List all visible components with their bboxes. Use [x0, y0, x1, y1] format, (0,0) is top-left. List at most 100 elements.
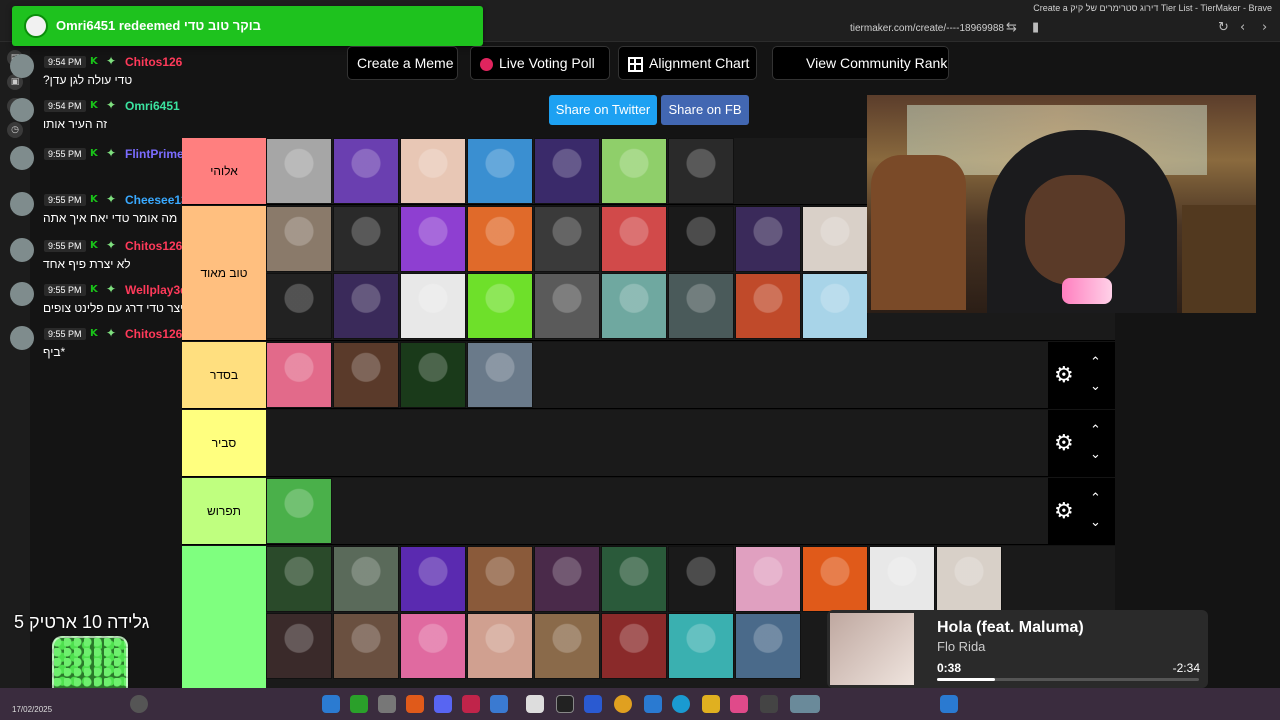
discord-icon[interactable]	[434, 695, 452, 713]
tier-item[interactable]	[266, 546, 332, 612]
tier-item[interactable]	[735, 546, 801, 612]
tier-item[interactable]	[601, 613, 667, 679]
taskbar-app-icon[interactable]	[584, 695, 602, 713]
tier-item[interactable]	[534, 138, 600, 204]
tier-item[interactable]	[534, 206, 600, 272]
tier-item[interactable]	[266, 138, 332, 204]
tier-label[interactable]: טוב מאוד	[182, 206, 266, 340]
tier-item[interactable]	[333, 546, 399, 612]
tier-item[interactable]	[802, 546, 868, 612]
gear-icon[interactable]: ⚙	[1054, 364, 1076, 387]
tier-item[interactable]	[266, 478, 332, 544]
chevron-down-icon[interactable]: ⌄	[1090, 448, 1104, 461]
taskbar-app-icon[interactable]	[644, 695, 662, 713]
reload-icon[interactable]: ↻	[1218, 20, 1229, 36]
taskbar-app-icon[interactable]	[462, 695, 480, 713]
tier-item[interactable]	[333, 342, 399, 408]
taskbar-app-icon[interactable]	[350, 695, 368, 713]
create-meme-button[interactable]: Create a Meme	[347, 46, 458, 80]
tier-item[interactable]	[534, 613, 600, 679]
tier-item[interactable]	[534, 273, 600, 339]
chevron-up-icon[interactable]: ⌃	[1090, 424, 1104, 437]
tier-item[interactable]	[668, 138, 734, 204]
forward-icon[interactable]: ›	[1262, 20, 1267, 36]
gear-icon[interactable]: ⚙	[1054, 432, 1076, 455]
taskbar-app-icon[interactable]	[730, 695, 748, 713]
alignment-chart-button[interactable]: Alignment Chart	[618, 46, 757, 80]
tier-item[interactable]	[400, 138, 466, 204]
tier-item[interactable]	[735, 613, 801, 679]
tier-item[interactable]	[869, 546, 935, 612]
chevron-down-icon[interactable]: ⌄	[1090, 516, 1104, 529]
tier-item[interactable]	[467, 273, 533, 339]
tier-item[interactable]	[735, 273, 801, 339]
tier-item[interactable]	[400, 273, 466, 339]
folder-icon[interactable]	[702, 695, 720, 713]
tier-label[interactable]	[182, 546, 266, 691]
tier-item[interactable]	[266, 206, 332, 272]
taskbar-app-icon[interactable]	[378, 695, 396, 713]
gear-icon[interactable]: ⚙	[1054, 500, 1076, 523]
brave-icon[interactable]	[406, 695, 424, 713]
tier-item[interactable]	[601, 138, 667, 204]
chevron-up-icon[interactable]: ⌃	[1090, 492, 1104, 505]
tier-item[interactable]	[467, 342, 533, 408]
sidebar-history-icon[interactable]: ◷	[7, 122, 23, 138]
share-facebook-button[interactable]: Share on FB	[661, 95, 749, 125]
tier-label[interactable]: בסדר	[182, 342, 266, 408]
windows-icon[interactable]	[940, 695, 958, 713]
share-icon[interactable]: ⇆	[1006, 20, 1017, 36]
mic-icon[interactable]	[130, 695, 148, 713]
tier-item[interactable]	[936, 546, 1002, 612]
tier-item[interactable]	[266, 342, 332, 408]
tier-item[interactable]	[802, 206, 868, 272]
tier-item[interactable]	[400, 613, 466, 679]
chat-username[interactable]: Omri6451	[125, 99, 180, 113]
tier-item[interactable]	[668, 613, 734, 679]
tier-item[interactable]	[400, 206, 466, 272]
tier-item[interactable]	[467, 138, 533, 204]
taskbar-app-icon[interactable]	[322, 695, 340, 713]
tier-item[interactable]	[333, 138, 399, 204]
tier-item[interactable]	[668, 546, 734, 612]
tier-item[interactable]	[601, 206, 667, 272]
bookmark-icon[interactable]: ▮	[1032, 20, 1039, 36]
tier-item[interactable]	[333, 206, 399, 272]
taskbar-app-icon[interactable]	[760, 695, 778, 713]
tier-item[interactable]	[601, 546, 667, 612]
chatgpt-icon[interactable]	[556, 695, 574, 713]
edge-icon[interactable]	[672, 695, 690, 713]
back-icon[interactable]: ‹	[1240, 20, 1245, 36]
tier-item[interactable]	[668, 273, 734, 339]
tier-item[interactable]	[467, 546, 533, 612]
tier-label[interactable]: תפרוש	[182, 478, 266, 544]
chat-username[interactable]: FlintPrime	[125, 147, 184, 161]
share-twitter-button[interactable]: Share on Twitter	[549, 95, 657, 125]
tier-item[interactable]	[400, 546, 466, 612]
chat-username[interactable]: Chitos126	[125, 239, 182, 253]
tier-label[interactable]: סביר	[182, 410, 266, 476]
chat-username[interactable]: Chitos126	[125, 327, 182, 341]
chevron-up-icon[interactable]: ⌃	[1090, 356, 1104, 369]
taskbar-app-icon[interactable]	[490, 695, 508, 713]
tier-item[interactable]	[601, 273, 667, 339]
tier-item[interactable]	[400, 342, 466, 408]
chrome-icon[interactable]	[614, 695, 632, 713]
tier-item[interactable]	[333, 273, 399, 339]
tier-item[interactable]	[467, 206, 533, 272]
tier-item[interactable]	[668, 206, 734, 272]
tier-item[interactable]	[266, 613, 332, 679]
address-bar[interactable]: tiermaker.com/create/----18969988	[850, 23, 1004, 34]
tier-item[interactable]	[534, 546, 600, 612]
live-poll-button[interactable]: Live Voting Poll	[470, 46, 610, 80]
taskbar-app-icon[interactable]	[526, 695, 544, 713]
chat-username[interactable]: Wellplay3d	[125, 283, 187, 297]
chat-username[interactable]: Chitos126	[125, 55, 182, 69]
tier-item[interactable]	[735, 206, 801, 272]
chevron-down-icon[interactable]: ⌄	[1090, 380, 1104, 393]
tier-label[interactable]: אלוהי	[182, 138, 266, 204]
tier-item[interactable]	[467, 613, 533, 679]
community-rank-button[interactable]: View Community Rank	[772, 46, 949, 80]
tier-item[interactable]	[266, 273, 332, 339]
tier-item[interactable]	[333, 613, 399, 679]
